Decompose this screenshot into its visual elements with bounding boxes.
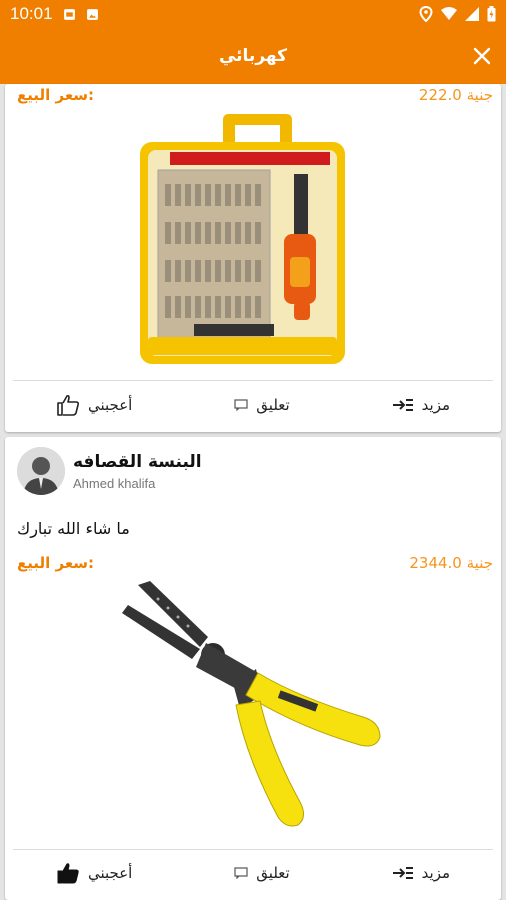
more-arrow-icon bbox=[392, 867, 413, 879]
price-row: سعر البيع: جنية 222.0 bbox=[5, 84, 501, 108]
more-button[interactable]: مزيد bbox=[392, 396, 450, 414]
more-label: مزيد bbox=[421, 396, 451, 414]
comment-label: تعليق bbox=[256, 396, 290, 414]
comment-label: تعليق bbox=[256, 864, 290, 882]
price-label: سعر البيع: bbox=[17, 554, 95, 572]
close-icon bbox=[473, 47, 491, 65]
comment-icon bbox=[234, 867, 248, 879]
comment-button[interactable]: تعليق bbox=[234, 396, 290, 414]
user-avatar-icon bbox=[17, 447, 65, 495]
more-arrow-icon bbox=[392, 399, 413, 411]
divider bbox=[13, 849, 493, 850]
wifi-icon bbox=[441, 7, 457, 20]
price-value: جنية 222.0 bbox=[418, 86, 493, 104]
more-label: مزيد bbox=[421, 864, 451, 882]
status-time: 10:01 bbox=[10, 4, 53, 23]
app-bar: كهربائي bbox=[0, 28, 506, 84]
like-label: أعجبني bbox=[87, 396, 133, 414]
post-card: البنسة القصافه Ahmed khalifa ما شاء الله… bbox=[5, 437, 501, 900]
close-button[interactable] bbox=[468, 42, 496, 70]
post-card: سعر البيع: جنية 222.0 أعجبني تعليق مزيد bbox=[5, 84, 501, 432]
post-actions: أعجبني تعليق مزيد bbox=[5, 851, 501, 895]
notification-icon bbox=[63, 8, 75, 20]
price-row: سعر البيع: جنية 2344.0 bbox=[5, 552, 501, 576]
post-text: ما شاء الله تبارك bbox=[17, 519, 130, 538]
thumbs-up-filled-icon bbox=[57, 863, 79, 884]
location-icon bbox=[419, 6, 433, 22]
comment-button[interactable]: تعليق bbox=[234, 864, 290, 882]
like-label: أعجبني bbox=[87, 864, 133, 882]
post-author[interactable]: Ahmed khalifa bbox=[73, 476, 202, 491]
screwdriver-set-image[interactable] bbox=[128, 112, 358, 372]
more-button[interactable]: مزيد bbox=[392, 864, 450, 882]
price-value: جنية 2344.0 bbox=[409, 554, 493, 572]
post-title: البنسة القصافه bbox=[73, 451, 202, 472]
like-button[interactable]: أعجبني bbox=[56, 394, 132, 416]
page-title: كهربائي bbox=[218, 46, 288, 66]
signal-icon bbox=[465, 7, 479, 21]
thumbs-up-icon bbox=[57, 394, 80, 416]
status-bar: 10:01 bbox=[0, 0, 506, 28]
avatar[interactable] bbox=[17, 447, 65, 495]
divider bbox=[13, 380, 493, 381]
battery-icon bbox=[487, 6, 496, 22]
post-actions: أعجبني تعليق مزيد bbox=[5, 383, 501, 427]
image-notification-icon bbox=[86, 8, 98, 20]
comment-icon bbox=[234, 399, 248, 411]
wire-stripper-pliers-image[interactable] bbox=[118, 577, 398, 847]
like-button[interactable]: أعجبني bbox=[56, 862, 132, 884]
post-header: البنسة القصافه Ahmed khalifa bbox=[17, 447, 202, 495]
price-label: سعر البيع: bbox=[17, 86, 95, 104]
